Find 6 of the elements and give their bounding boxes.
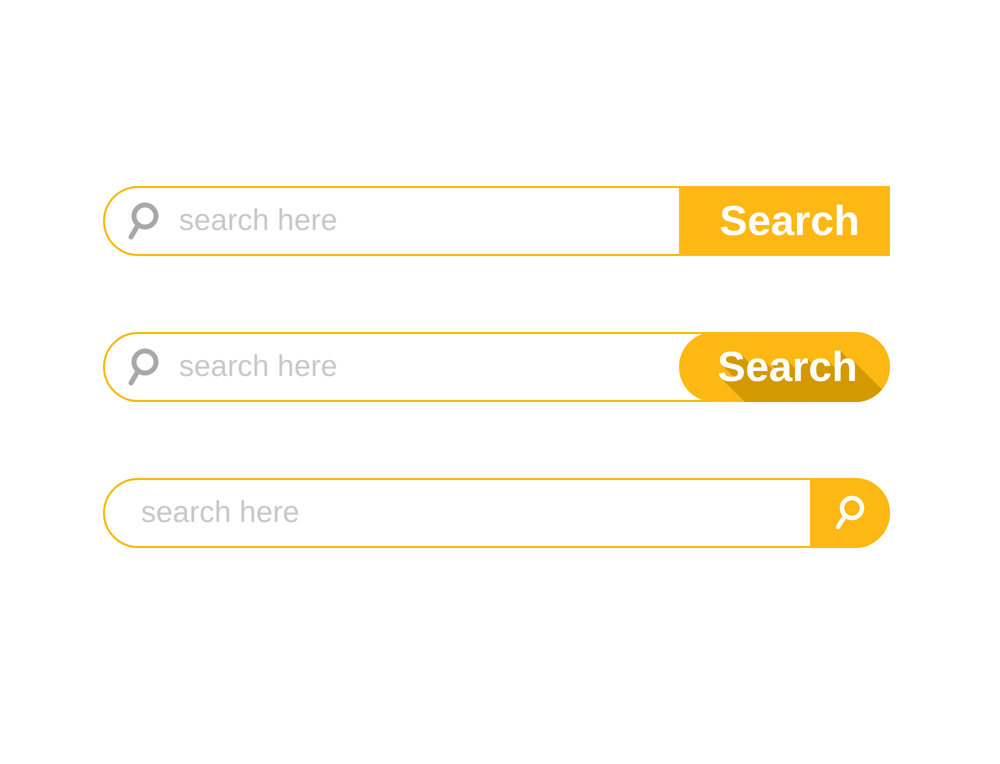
search-icon <box>127 201 161 241</box>
search-button[interactable]: Search <box>679 186 890 256</box>
search-icon <box>833 494 867 532</box>
search-button[interactable]: Search <box>679 332 890 402</box>
search-button[interactable] <box>810 478 890 548</box>
search-icon <box>127 347 161 387</box>
